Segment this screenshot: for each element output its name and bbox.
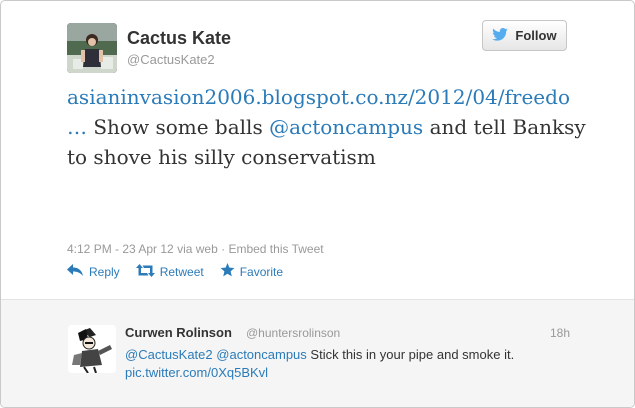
author-name[interactable]: Cactus Kate [127, 28, 231, 49]
reply-author-avatar[interactable] [68, 325, 116, 373]
reply-label: Reply [89, 264, 120, 279]
reply-text: @CactusKate2 @actoncampus Stick this in … [125, 346, 595, 382]
author-avatar-image [67, 23, 117, 73]
reply-avatar-image [68, 325, 116, 373]
tweet-actions: Reply Retweet Favorite [67, 263, 283, 280]
tweet-link[interactable]: asianinvasion2006.blogspot.co.nz/2012/04… [67, 85, 570, 109]
follow-button-label: Follow [515, 28, 557, 43]
reply-author-handle[interactable]: @huntersrolinson [246, 326, 340, 340]
reply-mention-1[interactable]: @CactusKate2 [125, 347, 213, 362]
tweet-via: via web [177, 242, 218, 256]
follow-button[interactable]: Follow [482, 20, 567, 51]
twitter-bird-icon [492, 27, 509, 44]
reply-action[interactable]: Reply [67, 263, 120, 280]
reply-body: Stick this in your pipe and smoke it. [310, 347, 515, 362]
reply-icon [67, 264, 84, 279]
star-icon [220, 263, 235, 280]
reply-timestamp[interactable]: 18h [550, 326, 570, 340]
tweet-timestamp[interactable]: 4:12 PM - 23 Apr 12 [67, 242, 174, 256]
author-handle[interactable]: @CactusKate2 [127, 52, 215, 67]
tweet-text-part-1: Show some balls [93, 115, 263, 139]
tweet-mention[interactable]: @actoncampus [269, 115, 423, 139]
reply-mention-2[interactable]: @actoncampus [216, 347, 307, 362]
tweet-text: asianinvasion2006.blogspot.co.nz/2012/04… [67, 82, 587, 172]
meta-separator: · [221, 242, 226, 256]
embed-tweet-link[interactable]: Embed this Tweet [228, 242, 323, 256]
tweet-meta: 4:12 PM - 23 Apr 12 via web · Embed this… [67, 242, 324, 256]
favorite-action[interactable]: Favorite [220, 263, 283, 280]
tweet-link-ellipsis[interactable]: … [67, 115, 87, 139]
retweet-label: Retweet [159, 264, 204, 279]
favorite-label: Favorite [239, 264, 284, 279]
retweet-action[interactable]: Retweet [135, 263, 204, 280]
reply-author-name[interactable]: Curwen Rolinson [125, 325, 232, 340]
retweet-icon [135, 263, 155, 280]
embedded-tweet-card: Cactus Kate @CactusKate2 Follow asianinv… [0, 0, 635, 408]
reply-pic-link[interactable]: pic.twitter.com/0Xq5BKvl [125, 365, 268, 380]
author-avatar[interactable] [67, 23, 117, 73]
